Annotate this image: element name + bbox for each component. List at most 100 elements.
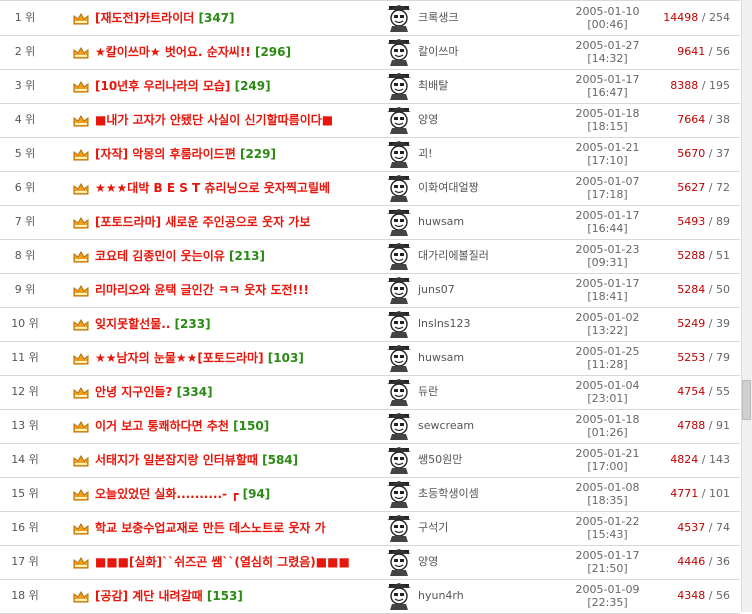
crown-icon: [73, 489, 89, 501]
post-title-link[interactable]: 오늘있었던 실화..........- ┏ [94]: [95, 477, 380, 511]
view-count: 5493: [677, 215, 706, 228]
author-name[interactable]: 최배탈: [418, 69, 548, 103]
avatar-icon[interactable]: [384, 581, 414, 611]
view-count: 4446: [677, 555, 706, 568]
author-name[interactable]: 양영: [418, 103, 548, 137]
author-name[interactable]: sewcream: [418, 409, 548, 443]
stat-separator: /: [705, 521, 716, 534]
post-title-link[interactable]: [자작] 악몽의 후룸라이드편 [229]: [95, 137, 380, 171]
stat-separator: /: [705, 283, 716, 296]
author-name[interactable]: huwsam: [418, 341, 548, 375]
view-stats: 4788 / 91: [630, 409, 730, 443]
recommend-count: 72: [716, 181, 730, 194]
stat-separator: /: [705, 181, 716, 194]
author-name[interactable]: huwsam: [418, 205, 548, 239]
post-title-link[interactable]: [10년후 우리나라의 모습] [249]: [95, 69, 380, 103]
avatar-icon[interactable]: [384, 139, 414, 169]
avatar-icon[interactable]: [384, 37, 414, 67]
post-title-link[interactable]: ★칼이쓰마★ 벗어요. 순자씨!! [296]: [95, 35, 380, 69]
scrollbar[interactable]: [741, 0, 752, 612]
post-title-link[interactable]: 코요테 김종민이 웃는이유 [213]: [95, 239, 380, 273]
stat-separator: /: [705, 317, 716, 330]
avatar-icon[interactable]: [384, 207, 414, 237]
rank-label: 13 위: [11, 419, 39, 432]
comment-count: [347]: [198, 11, 235, 25]
post-title-link[interactable]: ■■■[실화]``쉬즈곤 쌤``(열심히 그렸음)■■■: [95, 545, 380, 579]
post-title-link[interactable]: ★★★대박 B E S T 츄리닝으로 웃자찍고릴베: [95, 171, 380, 205]
view-count: 5249: [677, 317, 706, 330]
rank-label: 2 위: [14, 45, 36, 58]
author-name[interactable]: 이화여대얼짱: [418, 171, 548, 205]
post-title-link[interactable]: 잊지못할선물.. [233]: [95, 307, 380, 341]
post-title-link[interactable]: [포토드라마] 새로운 주인공으로 웃자 가보: [95, 205, 380, 239]
recommend-count: 55: [716, 385, 730, 398]
ranking-row: 10 위 잊지못할선물.. [233] lnslns123 2005-01-02…: [0, 307, 740, 342]
crown-icon: [73, 217, 89, 229]
rank-label: 6 위: [14, 181, 36, 194]
comment-count: [584]: [262, 453, 299, 467]
author-name[interactable]: 듀란: [418, 375, 548, 409]
rank-label: 17 위: [11, 555, 39, 568]
post-title-link[interactable]: 서태지가 일본잡지랑 인터뷰할때 [584]: [95, 443, 380, 477]
ranking-row: 18 위 [공감] 계단 내려갈때 [153] hyun4rh 2005-01-…: [0, 579, 740, 614]
post-title-link[interactable]: 이거 보고 통쾌하다면 추천 [150]: [95, 409, 380, 443]
post-title-link[interactable]: [재도전]카트라이더 [347]: [95, 1, 380, 35]
author-name[interactable]: 크록생크: [418, 1, 548, 35]
author-name[interactable]: 양영: [418, 545, 548, 579]
author-name[interactable]: 구석기: [418, 511, 548, 545]
comment-count: [334]: [176, 385, 213, 399]
post-title-link[interactable]: 리마리오와 윤택 글인간 ㅋㅋ 웃자 도전!!!: [95, 273, 380, 307]
rank-label: 5 위: [14, 147, 36, 160]
view-stats: 4824 / 143: [630, 443, 730, 477]
avatar-icon[interactable]: [384, 377, 414, 407]
crown-icon: [73, 183, 89, 195]
recommend-count: 56: [716, 589, 730, 602]
avatar-icon[interactable]: [384, 547, 414, 577]
recommend-count: 38: [716, 113, 730, 126]
view-count: 5253: [677, 351, 706, 364]
post-title-link[interactable]: 안녕 지구인들? [334]: [95, 375, 380, 409]
crown-icon: [73, 47, 89, 59]
rank-label: 9 위: [14, 283, 36, 296]
avatar-icon[interactable]: [384, 479, 414, 509]
stat-separator: /: [705, 45, 716, 58]
scrollbar-thumb[interactable]: [742, 380, 751, 420]
avatar-icon[interactable]: [384, 275, 414, 305]
author-name[interactable]: hyun4rh: [418, 579, 548, 613]
avatar-icon[interactable]: [384, 173, 414, 203]
comment-count: [150]: [233, 419, 270, 433]
post-title: [자작] 악몽의 후룸라이드편: [95, 147, 236, 161]
post-title-link[interactable]: [공감] 계단 내려갈때 [153]: [95, 579, 380, 613]
avatar-icon[interactable]: [384, 343, 414, 373]
author-name[interactable]: lnslns123: [418, 307, 548, 341]
avatar-icon[interactable]: [384, 71, 414, 101]
avatar-icon[interactable]: [384, 105, 414, 135]
avatar-icon[interactable]: [384, 411, 414, 441]
avatar-icon[interactable]: [384, 241, 414, 271]
rank-label: 18 위: [11, 589, 39, 602]
author-name[interactable]: 괴!: [418, 137, 548, 171]
post-title: 오늘있었던 실화..........- ┏: [95, 487, 239, 501]
rank-label: 8 위: [14, 249, 36, 262]
recommend-count: 143: [709, 453, 730, 466]
view-stats: 4537 / 74: [630, 511, 730, 545]
avatar-icon[interactable]: [384, 513, 414, 543]
author-name[interactable]: 초등학생이셈: [418, 477, 548, 511]
view-count: 5284: [677, 283, 706, 296]
avatar-icon[interactable]: [384, 445, 414, 475]
rank-label: 11 위: [11, 351, 39, 364]
author-name[interactable]: 칼이쓰마: [418, 35, 548, 69]
avatar-icon[interactable]: [384, 309, 414, 339]
post-title-link[interactable]: 학교 보충수업교재로 만든 데스노트로 웃자 가: [95, 511, 380, 545]
post-title: [10년후 우리나라의 모습]: [95, 79, 231, 93]
recommend-count: 36: [716, 555, 730, 568]
avatar-icon[interactable]: [384, 3, 414, 33]
comment-count: [94]: [242, 487, 271, 501]
ranking-row: 5 위 [자작] 악몽의 후룸라이드편 [229] 괴! 2005-01-21 …: [0, 137, 740, 172]
author-name[interactable]: juns07: [418, 273, 548, 307]
post-title-link[interactable]: ■내가 고자가 안됐단 사실이 신기할따름이다■: [95, 103, 380, 137]
stat-separator: /: [698, 79, 709, 92]
post-title-link[interactable]: ★★남자의 눈물★★[포토드라마] [103]: [95, 341, 380, 375]
author-name[interactable]: 대가리에볼질러: [418, 239, 548, 273]
author-name[interactable]: 쌩50원만: [418, 443, 548, 477]
